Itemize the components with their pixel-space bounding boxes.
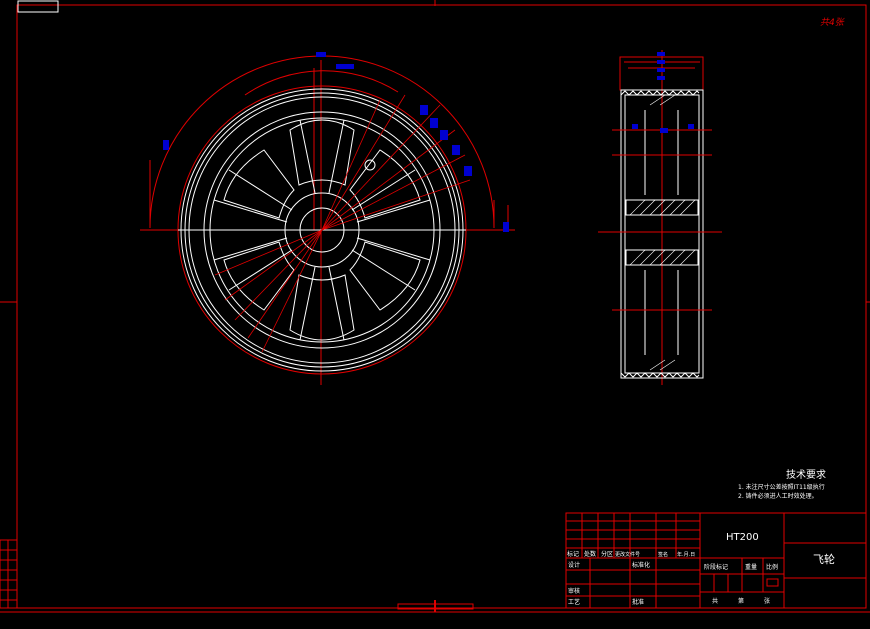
sheet-label: 第 [738,597,744,605]
flywheel-front-view [140,52,515,385]
review-label: 审核 [568,587,580,595]
header-change-doc: 更改文件号 [615,551,640,558]
header-signature: 签名 [658,551,668,558]
scale-label: 比例 [766,563,778,571]
flywheel-side-section [598,50,722,385]
sheet-count-mark: 共4张 [820,17,846,28]
standardization-label: 标准化 [632,561,650,569]
header-zone: 分区 [601,550,613,558]
tech-requirement-item: 1. 未注尺寸公差按照IT11级执行 [738,483,825,491]
drawing-frame [0,0,870,613]
process-label: 工艺 [568,598,580,606]
header-count: 处数 [584,550,596,558]
tech-requirement-item: 2. 铸件必须进人工时效处理。 [738,492,818,500]
weight-label: 重量 [745,563,757,571]
tech-requirements-title: 技术要求 [786,468,826,481]
header-date: 年.月.日 [677,551,695,558]
total-label: 共 [712,597,718,605]
tech-requirements: 技术要求 1. 未注尺寸公差按照IT11级执行 2. 铸件必须进人工时效处理。 [738,468,826,500]
binding-strip [0,539,18,609]
design-label: 设计 [568,561,580,569]
approve-label: 批准 [632,598,644,606]
material-label: HT200 [726,532,759,543]
sheets-label: 张 [764,597,770,605]
header-mark: 标记 [567,550,579,558]
part-name-label: 飞轮 [813,552,835,566]
stage-mark-label: 阶段标记 [704,563,728,571]
cad-drawing-canvas: 共4张 技术要求 1. 未注尺寸公差按照IT11级执行 2. 铸件必须进人工时效… [0,0,870,613]
